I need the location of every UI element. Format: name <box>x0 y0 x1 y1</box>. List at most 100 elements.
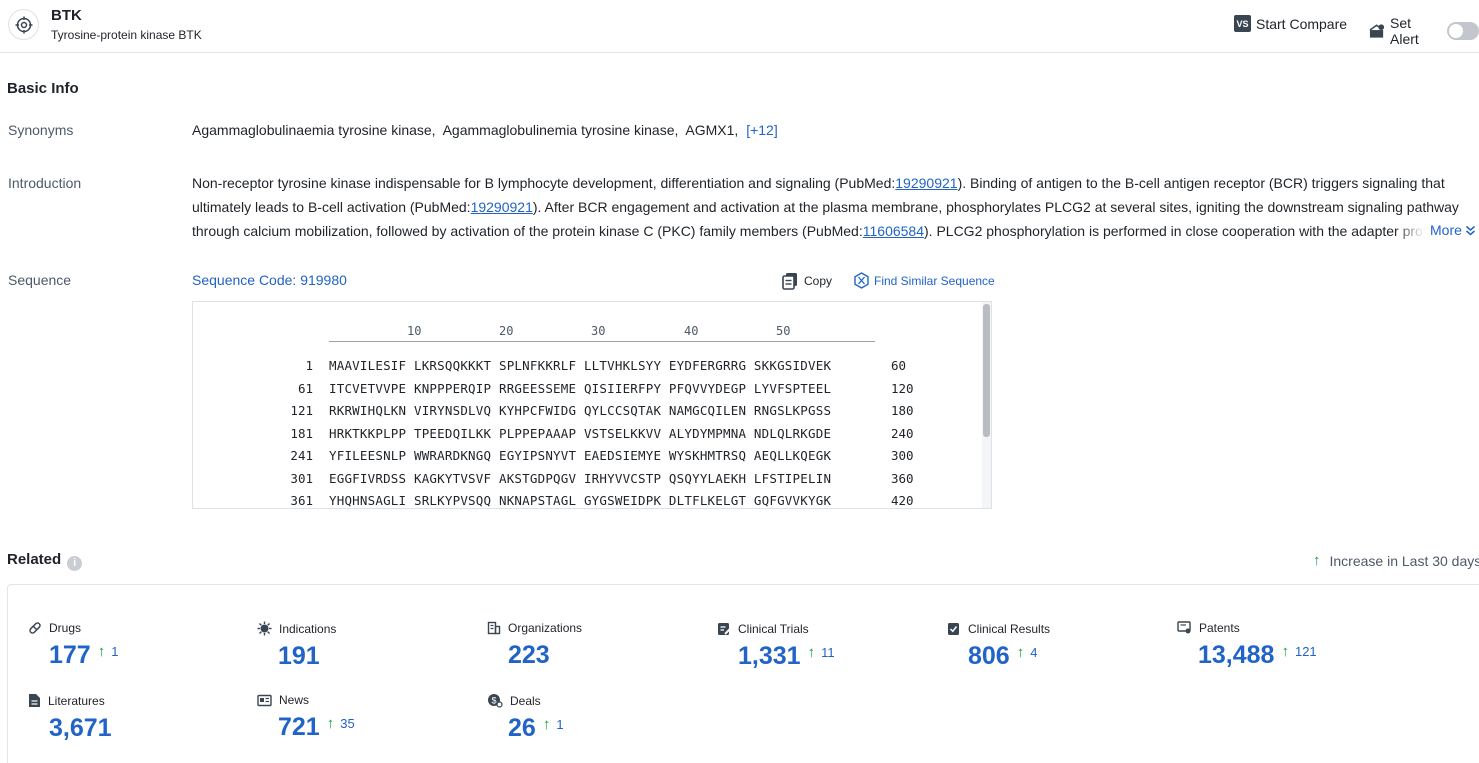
scrollbar-thumb[interactable] <box>983 304 990 437</box>
sequence-line: 361YHQHNSAGLI SRLKYPVSQQ NKNAPSTAGL GYGS… <box>193 493 914 509</box>
stat-increase: ↑4 <box>1017 644 1038 661</box>
stat-value-row: 13,488 ↑121 <box>1198 641 1397 670</box>
page-header: BTK Tyrosine-protein kinase BTK VS Start… <box>0 0 1479 53</box>
stat-increase: ↑1 <box>98 643 119 660</box>
stat-label: Clinical Results <box>968 622 1050 636</box>
pubmed-link[interactable]: 19290921 <box>471 199 533 215</box>
virus-icon <box>257 621 272 636</box>
pubmed-link[interactable]: 19290921 <box>895 175 957 191</box>
clipboard-check-icon <box>947 621 961 636</box>
stat-value[interactable]: 26 <box>508 714 536 743</box>
copy-button[interactable]: Copy <box>782 272 832 290</box>
sequence-viewer[interactable]: 10 20 30 40 50 1MAAVILESIF LKRSQQKKKT SP… <box>192 301 992 509</box>
stat-drugs[interactable]: Drugs 177 ↑1 <box>28 621 248 670</box>
related-title: Related <box>7 551 61 568</box>
line-end-index: 120 <box>891 381 914 404</box>
stat-patents[interactable]: Patents 13,488 ↑121 <box>1177 621 1397 670</box>
stat-clinical-trials[interactable]: Clinical Trials 1,331 ↑11 <box>717 621 937 671</box>
synonym-item: Agammaglobulinemia tyrosine kinase, <box>443 122 679 138</box>
stat-value[interactable]: 191 <box>278 642 320 671</box>
stat-news[interactable]: News 721 ↑35 <box>257 693 477 742</box>
start-compare-label: Start Compare <box>1256 16 1347 32</box>
pubmed-link[interactable]: 11606584 <box>863 223 924 239</box>
stat-literatures[interactable]: Literatures 3,671 <box>28 693 248 743</box>
stat-deals[interactable]: $ Deals 26 ↑1 <box>487 693 707 743</box>
stat-header: Clinical Results <box>947 621 1167 636</box>
stat-value-row: 1,331 ↑11 <box>738 642 937 671</box>
alert-icon <box>1369 23 1385 39</box>
introduction-more-button[interactable]: More <box>1430 222 1476 238</box>
info-icon[interactable]: i <box>67 556 82 571</box>
synonyms-list: Agammaglobulinaemia tyrosine kinase, Aga… <box>192 122 778 138</box>
arrow-up-icon: ↑ <box>808 644 816 661</box>
introduction-label: Introduction <box>8 175 81 191</box>
synonyms-more-link[interactable]: [+12] <box>746 122 778 138</box>
find-similar-sequence-button[interactable]: Find Similar Sequence <box>853 272 995 289</box>
sequence-line: 61ITCVETVVPE KNPPPERQIP RRGEESSEME QISII… <box>193 381 914 404</box>
stat-header: $ Deals <box>487 693 707 708</box>
page-subtitle: Tyrosine-protein kinase BTK <box>51 28 202 42</box>
stat-clinical-results[interactable]: Clinical Results 806 ↑4 <box>947 621 1167 671</box>
compare-icon: VS <box>1234 15 1251 32</box>
sequence-code-link[interactable]: Sequence Code: 919980 <box>192 272 347 288</box>
sequence-line: 241YFILEESNLP WWRARDKNGQ EGYIPSNYVT EAED… <box>193 448 914 471</box>
copy-label: Copy <box>804 274 832 288</box>
ruler-tick-label: 10 <box>407 324 421 338</box>
line-residues: EGGFIVRDSS KAGKYTVSVF AKSTGDPQGV IRHYVVC… <box>329 471 875 494</box>
stat-value[interactable]: 806 <box>968 642 1010 671</box>
introduction-more-label: More <box>1430 222 1462 238</box>
related-stats-panel: Drugs 177 ↑1 Indications 191 Organizatio… <box>7 584 1479 763</box>
increase-legend: ↑ Increase in Last 30 days <box>1313 552 1479 569</box>
line-end-index: 240 <box>891 426 914 449</box>
stat-label: Deals <box>510 694 541 708</box>
line-end-index: 360 <box>891 471 914 494</box>
line-residues: YFILEESNLP WWRARDKNGQ EGYIPSNYVT EAEDSIE… <box>329 448 875 471</box>
clipboard-edit-icon <box>717 621 731 636</box>
stat-value[interactable]: 177 <box>49 641 91 670</box>
stat-value-row: 191 <box>278 642 477 671</box>
stat-header: Patents <box>1177 621 1397 635</box>
sequence-line: 181HRKTKKPLPP TPEEDQILKK PLPPEPAAAP VSTS… <box>193 426 914 449</box>
stat-label: News <box>279 693 309 707</box>
arrow-up-icon: ↑ <box>1017 644 1025 661</box>
stat-header: Indications <box>257 621 477 636</box>
ruler-tick-label: 20 <box>499 324 513 338</box>
line-residues: HRKTKKPLPP TPEEDQILKK PLPPEPAAAP VSTSELK… <box>329 426 875 449</box>
line-residues: MAAVILESIF LKRSQQKKKT SPLNFKKRLF LLTVHKL… <box>329 358 875 381</box>
stat-increase: ↑1 <box>543 716 564 733</box>
line-end-index: 60 <box>891 358 906 381</box>
stat-organizations[interactable]: Organizations 223 <box>487 621 707 670</box>
set-alert-control[interactable]: Set Alert <box>1369 15 1479 47</box>
stat-label: Indications <box>279 622 336 636</box>
stat-value[interactable]: 223 <box>508 641 550 670</box>
stat-indications[interactable]: Indications 191 <box>257 621 477 671</box>
synonym-item: AGMX1, <box>685 122 738 138</box>
stat-increase: ↑121 <box>1281 643 1316 660</box>
intro-text-segment: Non-receptor tyrosine kinase indispensab… <box>192 175 895 191</box>
stat-increase: ↑11 <box>808 644 835 661</box>
sequence-label: Sequence <box>8 272 71 288</box>
line-start-index: 361 <box>193 493 313 509</box>
stat-value[interactable]: 1,331 <box>738 642 801 671</box>
stat-header: Literatures <box>28 693 248 708</box>
certificate-icon <box>1177 621 1192 635</box>
document-icon <box>28 693 41 708</box>
stat-value[interactable]: 721 <box>278 713 320 742</box>
basic-info-heading: Basic Info <box>7 80 79 97</box>
stat-label: Literatures <box>48 694 105 708</box>
sequence-ruler: 10 20 30 40 50 <box>329 324 875 342</box>
handshake-icon: $ <box>487 693 503 708</box>
stat-value[interactable]: 3,671 <box>49 714 112 743</box>
stat-header: Organizations <box>487 621 707 635</box>
page-title: BTK <box>51 7 82 24</box>
start-compare-button[interactable]: VS Start Compare <box>1234 15 1347 32</box>
svg-text:$: $ <box>491 696 496 706</box>
sequence-scrollbar[interactable] <box>982 302 991 508</box>
line-end-index: 300 <box>891 448 914 471</box>
stat-increase-value: 1 <box>111 644 118 659</box>
target-icon <box>8 9 39 40</box>
dna-search-icon <box>853 272 870 289</box>
stat-value[interactable]: 13,488 <box>1198 641 1274 670</box>
alert-toggle[interactable] <box>1447 22 1479 40</box>
sequence-line: 301EGGFIVRDSS KAGKYTVSVF AKSTGDPQGV IRHY… <box>193 471 914 494</box>
